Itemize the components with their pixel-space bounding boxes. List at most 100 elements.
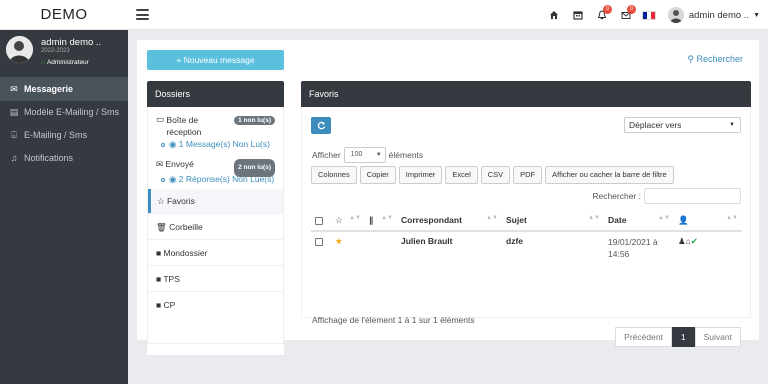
elements-label: éléments	[388, 150, 424, 160]
sort-icon: ▲▼	[486, 215, 498, 221]
user-menu[interactable]: admin demo .. ▼	[662, 7, 768, 23]
show-label: Afficher	[312, 150, 341, 160]
folder-favoris-label: Favoris	[166, 196, 195, 206]
sidebar: admin demo .. 2022-2023 ⌂ Administrateur …	[0, 30, 128, 384]
table-search-input[interactable]	[644, 188, 741, 204]
folder-sent-label: Envoyé	[165, 159, 194, 169]
sidebar-item-emailing[interactable]: ⌺ E-Mailing / Sms	[0, 124, 128, 147]
date-cell: 19/01/2021 à 14:56	[608, 237, 658, 259]
avatar	[6, 36, 33, 63]
page-size-select[interactable]: 100 ▼	[343, 147, 386, 163]
table-search-label: Rechercher :	[592, 191, 641, 201]
move-to-select[interactable]: Déplacer vers ▼	[624, 117, 741, 133]
top-navbar: DEMO 0 0 admin demo .. ▼	[0, 0, 768, 30]
sidebar-item-modele-emailing[interactable]: ▤ Modèle E-Mailing / Sms	[0, 101, 128, 124]
folders-title: Dossiers	[147, 81, 284, 107]
graduation-cap-icon: ⌂	[41, 59, 45, 66]
bell-icon[interactable]: 0	[590, 5, 614, 20]
profile-role-label: Administrateur	[46, 59, 89, 66]
paperclip-icon: ∥	[369, 214, 374, 225]
folder-inbox-label: Boîte de réception	[166, 115, 202, 137]
sidebar-item-notifications[interactable]: ♫ Notifications	[0, 147, 128, 170]
folder-icon: ■	[156, 248, 164, 258]
page-1-button[interactable]: 1	[671, 327, 695, 347]
sidebar-profile[interactable]: admin demo .. 2022-2023 ⌂ Administrateur	[0, 30, 128, 78]
folder-corbeille[interactable]: 🗑 Corbeille	[148, 213, 283, 239]
sidebar-item-label: E-Mailing / Sms	[24, 130, 88, 140]
bullet-icon	[161, 177, 165, 182]
correspondant-column-header[interactable]: Correspondant ▲▼	[397, 215, 502, 225]
profile-role: ⌂ Administrateur	[41, 59, 89, 66]
attachment-column-header[interactable]: ∥ ▲▼	[365, 215, 397, 226]
print-button[interactable]: Imprimer	[398, 166, 443, 184]
folder-cp[interactable]: ■ CP	[148, 291, 283, 317]
sujet-column-header[interactable]: Sujet ▲▼	[502, 215, 604, 225]
profile-year: 2022-2023	[41, 48, 70, 54]
notification-badge: 0	[602, 5, 612, 14]
folder-inbox[interactable]: ▭ Boîte de réception 1 non lu(s)	[148, 107, 283, 137]
copy-button[interactable]: Copier	[359, 166, 396, 184]
folder-cp-label: CP	[163, 300, 176, 310]
envelope-icon: ✉	[10, 84, 18, 94]
folder-mondossier-label: Mondossier	[163, 248, 208, 258]
folder-tps-label: TPS	[163, 274, 180, 284]
search-icon: ⚲	[687, 54, 694, 64]
page-length: Afficher 100 ▼ éléments	[312, 147, 423, 163]
toggle-filter-button[interactable]: Afficher ou cacher la barre de filtre	[545, 166, 674, 184]
sujet-header-label: Sujet	[506, 215, 527, 225]
template-icon: ▤	[9, 107, 19, 117]
sort-icon: ▲▼	[726, 214, 738, 221]
move-to-select-value: Déplacer vers	[629, 120, 682, 130]
new-message-button[interactable]: + Nouveau message	[147, 50, 284, 70]
row-checkbox[interactable]	[311, 236, 331, 246]
inbox-unread-link[interactable]: ◉ 1 Message(s) Non Lu(s)	[148, 137, 283, 152]
top-actions: 0 0 admin demo .. ▼	[542, 0, 768, 30]
table-row[interactable]: ★ Julien Brault dzfe 19/01/2021 à 14:56 …	[311, 232, 742, 268]
folder-tps[interactable]: ■ TPS	[148, 265, 283, 291]
sidebar-item-messagerie[interactable]: ✉ Messagerie	[0, 78, 128, 101]
star-icon[interactable]: ★	[331, 236, 365, 247]
inbox-unread-label: 1 Message(s) Non Lu(s)	[178, 139, 270, 149]
french-flag-icon[interactable]	[641, 10, 656, 20]
date-header-label: Date	[608, 215, 627, 225]
next-page-button[interactable]: Suivant	[694, 327, 741, 347]
sort-icon: ▲▼	[588, 215, 600, 221]
columns-button[interactable]: Colonnes	[311, 166, 357, 184]
inbox-icon: ⌺	[11, 130, 17, 140]
folder-sent[interactable]: ✉ Envoyé 2 non lu(s)	[148, 156, 283, 177]
sort-icon: ▲▼	[658, 215, 670, 221]
search-link[interactable]: ⚲ Rechercher	[687, 54, 743, 65]
menu-toggle-icon[interactable]	[136, 9, 149, 20]
pdf-button[interactable]: PDF	[513, 166, 543, 184]
select-all-checkbox[interactable]	[311, 215, 331, 225]
status-icons: ♟⌂✔	[674, 236, 742, 247]
star-icon: ☆	[335, 214, 343, 225]
excel-button[interactable]: Excel	[445, 166, 478, 184]
main-content: + Nouveau message ⚲ Rechercher Dossiers …	[137, 40, 759, 355]
folder-mondossier[interactable]: ■ Mondossier	[148, 239, 283, 265]
messages-table: ☆ ▲▼ ∥ ▲▼ Correspondant ▲▼ Sujet ▲▼ Date ▲▼ 👤…	[311, 210, 742, 268]
brand-logo[interactable]: DEMO	[0, 0, 128, 30]
sidebar-nav: ✉ Messagerie ▤ Modèle E-Mailing / Sms ⌺ …	[0, 78, 128, 170]
sort-icon: ▲▼	[381, 214, 393, 221]
folder-favoris[interactable]: ☆ Favoris	[148, 189, 283, 213]
sort-icon: ▲▼	[349, 214, 361, 221]
folder-icon: ■	[156, 300, 164, 310]
bell-icon: ♫	[10, 153, 18, 163]
home-icon[interactable]	[542, 10, 566, 20]
status-badge: 2 non lu(s)	[234, 159, 275, 177]
calendar-icon[interactable]	[566, 10, 590, 20]
search-link-label: Rechercher	[696, 54, 743, 64]
table-info: Affichage de l'élement 1 à 1 sur 1 éléme…	[312, 315, 475, 325]
star-column-header[interactable]: ☆ ▲▼	[331, 215, 365, 226]
correspondant-header-label: Correspondant	[401, 215, 462, 225]
refresh-button[interactable]	[311, 117, 331, 134]
folder-list: ▭ Boîte de réception 1 non lu(s) ◉ 1 Mes…	[147, 107, 284, 344]
page-size-value: 100	[350, 151, 363, 158]
date-column-header[interactable]: Date ▲▼	[604, 215, 674, 225]
previous-page-button[interactable]: Précédent	[615, 327, 672, 347]
favoris-panel: Favoris Déplacer vers ▼ Afficher 100 ▼ é…	[301, 81, 751, 347]
mail-icon[interactable]: 0	[614, 5, 638, 20]
user-column-header[interactable]: 👤 ▲▼	[674, 215, 742, 226]
csv-button[interactable]: CSV	[480, 166, 511, 184]
